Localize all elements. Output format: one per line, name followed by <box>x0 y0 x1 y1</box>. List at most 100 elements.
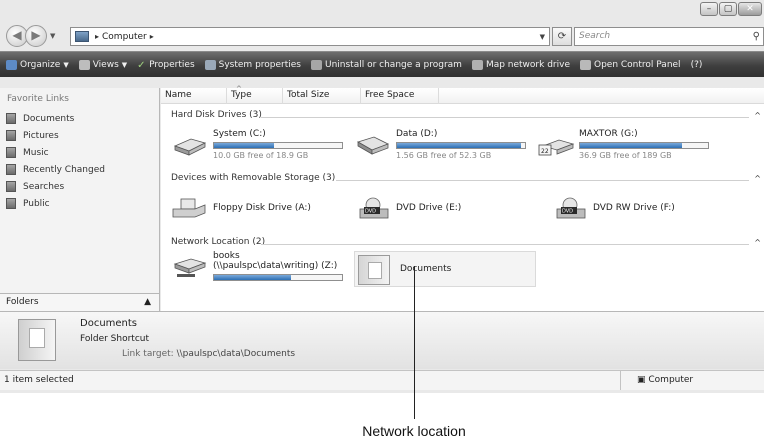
drive-item-data-d[interactable]: Data (D:) 1.56 GB free of 52.3 GB <box>354 128 534 164</box>
command-bar: Organize ▼ Views ▼ ✓ Properties System p… <box>0 51 764 77</box>
group-divider <box>261 244 749 245</box>
drive-item-system-c[interactable]: System (C:) 10.0 GB free of 18.9 GB <box>171 128 351 164</box>
svg-text:22: 22 <box>541 148 549 155</box>
uninstall-label: Uninstall or change a program <box>325 59 462 70</box>
drive-name: DVD RW Drive (F:) <box>593 203 675 213</box>
drive-free-space: 10.0 GB free of 18.9 GB <box>213 151 309 160</box>
folders-label: Folders <box>6 297 39 307</box>
recent-icon <box>6 164 16 175</box>
sidebar-item-documents[interactable]: Documents <box>6 110 105 127</box>
properties-button[interactable]: ✓ Properties <box>137 59 195 71</box>
close-button[interactable]: ✕ <box>738 2 762 16</box>
system-properties-label: System properties <box>218 59 301 70</box>
drive-name: books (\\paulspc\data\writing) (Z:) <box>213 251 337 271</box>
sidebar-item-recently-changed[interactable]: Recently Changed <box>6 161 105 178</box>
sidebar-item-label: Documents <box>23 113 75 124</box>
recent-pages-dropdown-icon[interactable]: ▼ <box>50 32 55 40</box>
chevron-up-icon[interactable]: ^ <box>754 174 761 183</box>
address-bar[interactable]: ▸ Computer ▸ ▼ <box>70 27 550 46</box>
drive-item-maxtor-g[interactable]: 22 MAXTOR (G:) 36.9 GB free of 189 GB <box>537 128 717 164</box>
network-drive-books-z[interactable]: books (\\paulspc\data\writing) (Z:) <box>171 250 351 294</box>
caption-buttons: – ▢ ✕ <box>699 2 762 18</box>
drive-usage-fill <box>580 143 683 148</box>
maximize-button[interactable]: ▢ <box>719 2 737 16</box>
chevron-down-icon: ▼ <box>121 60 128 69</box>
organize-icon <box>6 59 17 70</box>
sidebar-item-searches[interactable]: Searches <box>6 178 105 195</box>
search-icon[interactable]: ⚲ <box>753 28 760 45</box>
sidebar-item-label: Searches <box>23 181 65 192</box>
drive-name: MAXTOR (G:) <box>579 129 638 139</box>
status-selection-count: 1 item selected <box>4 375 74 385</box>
drive-usage-bar <box>579 142 709 149</box>
group-divider <box>261 117 749 118</box>
refresh-button[interactable]: ⟳ <box>552 27 572 46</box>
hard-drive-icon <box>173 138 207 156</box>
column-header-name[interactable]: Name <box>161 88 227 104</box>
drive-free-space: 1.56 GB free of 52.3 GB <box>396 151 492 160</box>
system-properties-button[interactable]: System properties <box>204 59 301 70</box>
chevron-up-icon[interactable]: ^ <box>754 111 761 120</box>
status-location-label: Computer <box>648 375 694 385</box>
chevron-right-icon[interactable]: ▸ <box>95 32 99 41</box>
forward-button[interactable]: ▶ <box>25 25 47 47</box>
views-icon <box>78 59 90 70</box>
help-icon: (?) <box>690 59 703 70</box>
network-folder-name: Documents <box>400 264 452 274</box>
drive-item-dvd-e[interactable]: DVD DVD Drive (E:) <box>354 191 534 227</box>
properties-label: Properties <box>149 59 195 70</box>
sidebar-item-pictures[interactable]: Pictures <box>6 127 105 144</box>
callout-label: Network location <box>362 423 466 439</box>
folders-toggle[interactable]: Folders ▲ <box>0 293 160 311</box>
system-properties-icon <box>204 59 216 70</box>
hard-drive-icon <box>357 136 389 155</box>
navigation-pane: Favorite Links Documents Pictures Music … <box>0 88 160 293</box>
favorite-links-title: Favorite Links <box>7 94 69 104</box>
column-headers: Name Type ^ Total Size Free Space <box>161 85 764 104</box>
search-input[interactable]: Search ⚲ <box>574 27 764 46</box>
drive-usage-bar <box>396 142 526 149</box>
minimize-button[interactable]: – <box>700 2 718 16</box>
folder-shortcut-icon <box>18 319 56 361</box>
sidebar-item-music[interactable]: Music <box>6 144 105 161</box>
status-bar: 1 item selected ▣ Computer <box>0 370 764 390</box>
network-folder-documents[interactable]: Documents <box>354 251 536 287</box>
network-drive-icon <box>173 258 207 277</box>
nav-buttons: ◀ ▶ ▼ <box>6 24 55 48</box>
usb-hard-drive-icon: 22 <box>538 139 575 156</box>
computer-icon: ▣ <box>637 375 646 385</box>
help-button[interactable]: (?) <box>691 60 703 70</box>
file-list-pane: Name Type ^ Total Size Free Space Hard D… <box>161 85 764 311</box>
checkmark-icon: ✓ <box>137 59 146 71</box>
organize-label: Organize <box>20 59 61 70</box>
details-link-target: Link target: \\paulspc\data\Documents <box>122 349 295 359</box>
views-button[interactable]: Views ▼ <box>78 59 128 70</box>
sidebar-item-public[interactable]: Public <box>6 195 105 212</box>
group-header-removable[interactable]: Devices with Removable Storage (3) <box>171 173 335 183</box>
chevron-down-icon[interactable]: ▼ <box>540 33 545 41</box>
chevron-right-icon[interactable]: ▸ <box>150 32 154 41</box>
open-control-panel-button[interactable]: Open Control Panel <box>579 59 681 70</box>
drive-name: DVD Drive (E:) <box>396 203 462 213</box>
chevron-up-icon: ▲ <box>144 297 151 307</box>
group-header-hard-disks[interactable]: Hard Disk Drives (3) <box>171 110 262 120</box>
network-drive-path: (\\paulspc\data\writing) (Z:) <box>213 261 338 271</box>
drive-usage-bar <box>213 142 343 149</box>
breadcrumb-computer[interactable]: Computer <box>102 32 147 42</box>
search-placeholder: Search <box>579 31 611 41</box>
column-header-total-size[interactable]: Total Size <box>283 88 361 104</box>
chevron-down-icon: ▼ <box>63 60 69 69</box>
group-header-network[interactable]: Network Location (2) <box>171 237 265 247</box>
drive-item-dvd-rw-f[interactable]: DVD DVD RW Drive (F:) <box>551 191 731 227</box>
uninstall-icon <box>311 59 322 70</box>
details-type: Folder Shortcut <box>80 334 150 344</box>
drive-item-floppy-a[interactable]: Floppy Disk Drive (A:) <box>171 191 351 227</box>
drive-usage-fill <box>397 143 522 148</box>
column-header-free-space[interactable]: Free Space <box>361 88 439 104</box>
map-network-drive-button[interactable]: Map network drive <box>471 59 570 70</box>
sidebar-item-label: Pictures <box>23 130 59 141</box>
drive-name: Data (D:) <box>396 129 438 139</box>
uninstall-program-button[interactable]: Uninstall or change a program <box>311 59 462 70</box>
organize-button[interactable]: Organize ▼ <box>6 59 69 70</box>
chevron-up-icon[interactable]: ^ <box>754 238 761 247</box>
